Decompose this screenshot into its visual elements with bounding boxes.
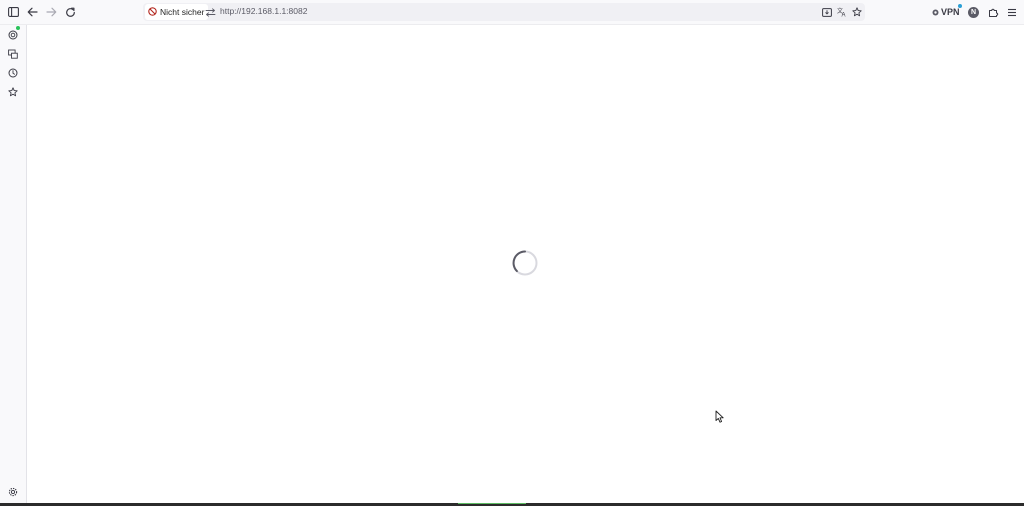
vpn-label: VPN [941,7,960,17]
history-clock-icon[interactable] [6,66,20,80]
account-avatar[interactable]: N [968,7,979,18]
bookmark-star-icon[interactable] [850,5,864,19]
bookmarks-star-icon[interactable] [6,85,20,99]
vpn-indicator-dot [958,4,962,8]
extensions-puzzle-icon[interactable] [985,4,1001,20]
vpn-button[interactable]: VPN [932,3,962,21]
ai-chat-icon[interactable] [6,26,20,42]
loading-spinner-icon [512,250,538,276]
reload-icon[interactable] [62,4,78,20]
vpn-status-icon [932,3,939,21]
translate-icon[interactable]: 文A [835,5,849,19]
mouse-cursor-icon [715,410,725,423]
svg-text:A: A [842,13,846,18]
not-secure-shield-icon [148,3,157,21]
browser-toolbar: Nicht sicher http://192.168.1.1:8082 文A … [0,0,1024,25]
sidebar-icon[interactable] [5,4,21,20]
address-bar[interactable]: Nicht sicher http://192.168.1.1:8082 文A [143,3,865,21]
menu-hamburger-icon[interactable] [1004,4,1020,20]
settings-gear-icon[interactable] [6,485,20,499]
permissions-toggle-icon[interactable] [203,5,217,19]
synced-tabs-icon[interactable] [6,47,20,61]
back-arrow-icon[interactable] [24,4,40,20]
notification-dot [16,26,20,30]
page-action-download-icon[interactable] [820,5,834,19]
taskbar-active-indicator [458,503,526,504]
page-content [27,25,1024,503]
forward-arrow-icon[interactable] [43,4,59,20]
browser-sidebar [0,25,27,503]
not-secure-indicator[interactable]: Nicht sicher [145,3,209,21]
not-secure-label: Nicht sicher [160,7,205,17]
url-text[interactable]: http://192.168.1.1:8082 [220,6,307,16]
